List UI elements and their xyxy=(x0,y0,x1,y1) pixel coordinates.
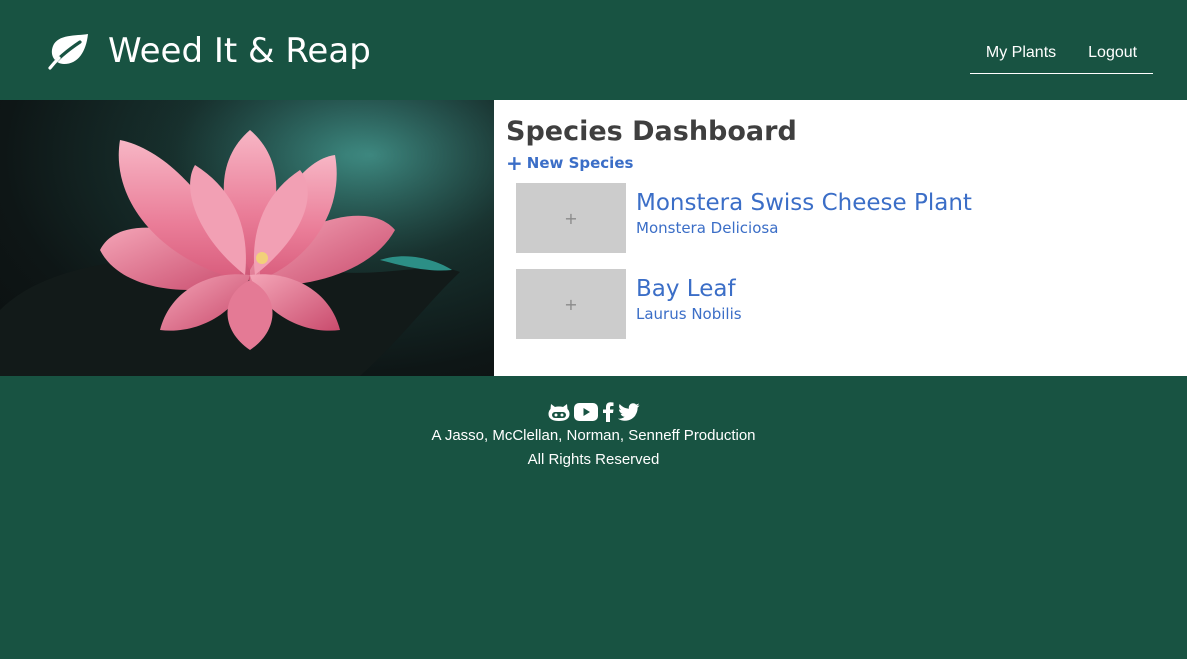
species-list: + Monstera Swiss Cheese Plant Monstera D… xyxy=(516,183,1176,339)
species-thumbnail-placeholder[interactable]: + xyxy=(516,183,626,253)
species-scientific-name: Monstera Deliciosa xyxy=(636,219,779,237)
footer-rights: All Rights Reserved xyxy=(527,451,660,468)
plus-icon: + xyxy=(506,151,523,175)
nav-my-plants-link[interactable]: My Plants xyxy=(986,44,1056,62)
footer-credit: A Jasso, McClellan, Norman, Senneff Prod… xyxy=(431,427,756,444)
social-links xyxy=(0,400,1187,424)
new-species-link[interactable]: + New Species xyxy=(506,151,634,175)
twitter-icon[interactable] xyxy=(617,403,640,421)
new-species-label: New Species xyxy=(526,154,634,172)
species-name-link[interactable]: Bay Leaf xyxy=(636,275,742,303)
leaf-icon xyxy=(48,32,90,70)
facebook-icon[interactable] xyxy=(602,402,614,422)
main-nav: My Plants Logout xyxy=(970,34,1153,74)
youtube-icon[interactable] xyxy=(573,403,598,421)
species-text: Bay Leaf Laurus Nobilis xyxy=(636,269,742,323)
page-title: Species Dashboard xyxy=(506,116,797,147)
site-header: Weed It & Reap My Plants Logout xyxy=(0,0,1187,100)
main-content: Species Dashboard + New Species + Monste… xyxy=(0,100,1187,376)
list-item: + Monstera Swiss Cheese Plant Monstera D… xyxy=(516,183,1176,253)
brand-home-link[interactable]: Weed It & Reap xyxy=(48,28,371,74)
species-thumbnail-placeholder[interactable]: + xyxy=(516,269,626,339)
list-item: + Bay Leaf Laurus Nobilis xyxy=(516,269,1176,339)
lotus-hero-image xyxy=(0,100,494,376)
github-icon[interactable] xyxy=(548,402,570,422)
species-scientific-name: Laurus Nobilis xyxy=(636,305,742,323)
nav-logout-link[interactable]: Logout xyxy=(1088,44,1137,62)
species-dashboard: Species Dashboard + New Species + Monste… xyxy=(506,114,1176,355)
site-footer: A Jasso, McClellan, Norman, Senneff Prod… xyxy=(0,376,1187,659)
species-text: Monstera Swiss Cheese Plant Monstera Del… xyxy=(636,183,972,237)
species-name-link[interactable]: Monstera Swiss Cheese Plant xyxy=(636,189,972,217)
brand-title: Weed It & Reap xyxy=(108,31,371,71)
